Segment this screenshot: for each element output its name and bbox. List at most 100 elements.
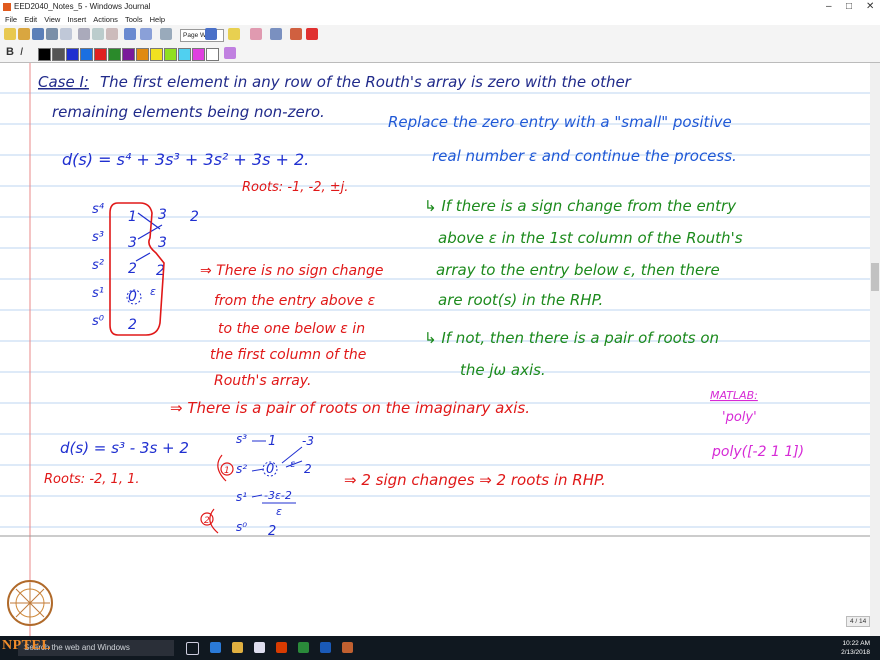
if-line-1: ↳ If there is a sign change from the ent… bbox=[424, 197, 737, 215]
routh2-power: s³ bbox=[236, 432, 247, 446]
copy-icon[interactable] bbox=[92, 28, 104, 40]
color-swatch-orange[interactable] bbox=[136, 48, 149, 61]
replace-line-2: real number ε and continue the process. bbox=[432, 147, 737, 165]
routh2-power: s¹ bbox=[236, 490, 247, 504]
sign-change-label-1: 1 bbox=[224, 466, 230, 476]
eraser-icon[interactable] bbox=[250, 28, 262, 40]
scrollbar-thumb[interactable] bbox=[871, 263, 879, 291]
menu-insert[interactable]: Insert bbox=[67, 15, 86, 24]
minimize-button[interactable]: – bbox=[826, 1, 832, 12]
highlighter-icon[interactable] bbox=[228, 28, 240, 40]
case-title: Case I: bbox=[38, 73, 89, 91]
nptel-logo-text: NPTEL bbox=[2, 638, 52, 653]
nosign-line-3: to the one below ε in bbox=[218, 321, 365, 337]
routh-array-2: s³ s² s¹ s⁰ 1 0 -3ε-2 ε 2 -3 2 ε 1 2 bbox=[200, 432, 314, 539]
powerpoint-icon[interactable] bbox=[276, 642, 287, 653]
print-icon[interactable] bbox=[46, 28, 58, 40]
color-swatch-magenta[interactable] bbox=[192, 48, 205, 61]
matlab-command: poly([-2 1 1]) bbox=[711, 444, 804, 460]
journal-page[interactable]: Case I: The first element in any row of … bbox=[0, 63, 880, 636]
title-bar: EED2040_Notes_5 - Windows Journal – □ ✕ bbox=[0, 0, 880, 14]
color-swatch-yellow[interactable] bbox=[150, 48, 163, 61]
routh2-col1: 1 bbox=[268, 434, 276, 449]
standard-toolbar: Page Width bbox=[0, 25, 880, 46]
bold-icon[interactable]: B bbox=[6, 46, 14, 58]
color-swatch-lightblue[interactable] bbox=[80, 48, 93, 61]
store-icon[interactable] bbox=[254, 642, 265, 653]
nosign-line-2: from the entry above ε bbox=[214, 293, 376, 309]
pen-style-icon[interactable] bbox=[224, 47, 236, 59]
if-line-2: above ε in the 1st column of the Routh's bbox=[438, 229, 743, 247]
menu-actions[interactable]: Actions bbox=[93, 15, 118, 24]
nptel-logo-icon bbox=[7, 580, 53, 626]
cut-icon[interactable] bbox=[78, 28, 90, 40]
routh1-col1: 3 bbox=[128, 235, 137, 251]
insert-space-icon[interactable] bbox=[290, 28, 302, 40]
search-icon[interactable] bbox=[60, 28, 72, 40]
file-explorer-icon[interactable] bbox=[232, 642, 243, 653]
case-line-2: remaining elements being non-zero. bbox=[52, 103, 325, 121]
pen-tool-icon[interactable] bbox=[205, 28, 217, 40]
paste-icon[interactable] bbox=[106, 28, 118, 40]
chrome-icon[interactable] bbox=[298, 642, 309, 653]
italic-icon[interactable]: I bbox=[20, 46, 23, 58]
maximize-button[interactable]: □ bbox=[846, 1, 852, 12]
system-clock[interactable]: 10:22 AM 2/13/2018 bbox=[841, 639, 870, 657]
clock-time: 10:22 AM bbox=[842, 640, 870, 647]
color-swatch-purple[interactable] bbox=[122, 48, 135, 61]
menu-view[interactable]: View bbox=[44, 15, 60, 24]
zoom-select[interactable]: Page Width bbox=[180, 29, 224, 42]
pair-line: ⇒ There is a pair of roots on the imagin… bbox=[170, 399, 530, 417]
routh1-col1: 2 bbox=[128, 261, 137, 277]
routh1-power: s⁴ bbox=[92, 202, 105, 217]
routh1-col1: 1 bbox=[128, 209, 137, 225]
routh1-epsilon: ε bbox=[150, 285, 156, 298]
vertical-scrollbar[interactable] bbox=[870, 63, 880, 636]
routh1-col1: 2 bbox=[128, 317, 137, 333]
menu-file[interactable]: File bbox=[5, 15, 17, 24]
color-swatch-white[interactable] bbox=[206, 48, 219, 61]
routh1-power: s² bbox=[92, 258, 104, 273]
undo-icon[interactable] bbox=[124, 28, 136, 40]
journal-app-icon bbox=[3, 3, 11, 11]
nosign-line-5: Routh's array. bbox=[214, 373, 311, 389]
lasso-select-icon[interactable] bbox=[270, 28, 282, 40]
ifnot-line-2: the jω axis. bbox=[460, 361, 546, 379]
page-icon[interactable] bbox=[160, 28, 172, 40]
redo-icon[interactable] bbox=[140, 28, 152, 40]
color-swatch-blue[interactable] bbox=[66, 48, 79, 61]
matlab-title: MATLAB: bbox=[710, 389, 758, 402]
routh2-power: s⁰ bbox=[236, 520, 247, 534]
roots-2: Roots: -2, 1, 1. bbox=[44, 472, 140, 487]
color-swatch-gray[interactable] bbox=[52, 48, 65, 61]
color-swatch-lime[interactable] bbox=[164, 48, 177, 61]
matlab-poly: 'poly' bbox=[722, 410, 757, 425]
save-icon[interactable] bbox=[32, 28, 44, 40]
case-line-1: The first element in any row of the Rout… bbox=[100, 73, 632, 91]
menu-edit[interactable]: Edit bbox=[24, 15, 37, 24]
if-line-3: array to the entry below ε, then there bbox=[436, 261, 720, 279]
routh1-power: s⁰ bbox=[92, 314, 105, 329]
close-button[interactable]: ✕ bbox=[866, 1, 874, 12]
journal-taskbar-icon[interactable] bbox=[342, 642, 353, 653]
routh1-col2: 3 bbox=[158, 207, 167, 223]
menu-help[interactable]: Help bbox=[150, 15, 165, 24]
color-swatch-black[interactable] bbox=[38, 48, 51, 61]
open-folder-icon[interactable] bbox=[18, 28, 30, 40]
word-icon[interactable] bbox=[320, 642, 331, 653]
routh2-col1: ε bbox=[276, 505, 282, 518]
color-swatch-red[interactable] bbox=[94, 48, 107, 61]
replace-line-1: Replace the zero entry with a "small" po… bbox=[388, 113, 732, 131]
routh1-power: s³ bbox=[92, 230, 104, 245]
color-swatch-green[interactable] bbox=[108, 48, 121, 61]
menu-tools[interactable]: Tools bbox=[125, 15, 143, 24]
flag-icon[interactable] bbox=[306, 28, 318, 40]
routh2-col2: -3 bbox=[302, 434, 314, 448]
routh2-col2: 2 bbox=[304, 462, 312, 476]
routh1-col3: 2 bbox=[190, 209, 199, 225]
task-view-icon[interactable] bbox=[186, 642, 199, 655]
routh1-col1: 0 bbox=[128, 289, 137, 305]
new-note-icon[interactable] bbox=[4, 28, 16, 40]
edge-browser-icon[interactable] bbox=[210, 642, 221, 653]
color-swatch-cyan[interactable] bbox=[178, 48, 191, 61]
